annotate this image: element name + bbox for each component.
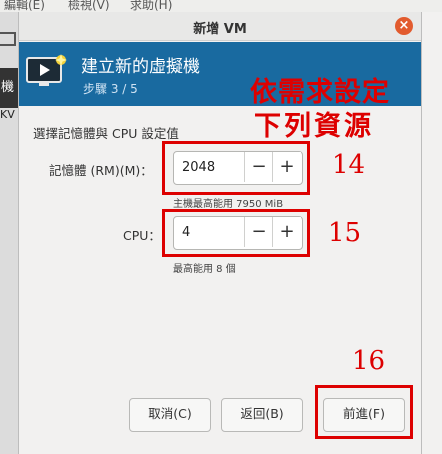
bg-tab[interactable]: 機 [0, 68, 19, 108]
bg-sub-label: KV [0, 108, 15, 121]
close-icon[interactable]: × [395, 17, 413, 35]
annotation-note-line2: 下列資源 [254, 111, 374, 142]
background-sidebar: 機 KV [0, 12, 19, 454]
memory-label: 記憶體 (RM)(M)： [49, 163, 153, 178]
annotation-number-16: 16 [352, 346, 386, 376]
bg-menu-help[interactable]: 求助(H) [130, 0, 172, 12]
cpu-label: CPU： [123, 228, 161, 243]
header-step: 步驟 3 / 5 [83, 82, 138, 96]
dialog-titlebar[interactable]: 新增 VM × [19, 12, 421, 41]
monitor-play-icon [25, 54, 69, 90]
header-title: 建立新的虛擬機 [81, 57, 200, 77]
annotation-box-forward [315, 385, 413, 439]
annotation-number-14: 14 [332, 150, 366, 180]
bg-monitor-icon [0, 32, 16, 46]
annotation-box-memory [162, 141, 310, 195]
bg-menu-view[interactable]: 檢視(V) [68, 0, 110, 12]
cpu-hint: 最高能用 8 個 [173, 264, 236, 275]
bg-menu-edit[interactable]: 編輯(E) [4, 0, 45, 12]
cancel-button[interactable]: 取消(C) [129, 398, 211, 432]
back-button[interactable]: 返回(B) [221, 398, 303, 432]
memory-hint: 主機最高能用 7950 MiB [173, 199, 284, 210]
background-menubar: 編輯(E) 檢視(V) 求助(H) [0, 0, 442, 12]
section-title: 選擇記憶體與 CPU 設定值 [33, 126, 179, 141]
dialog-title: 新增 VM [193, 22, 247, 37]
annotation-box-cpu [162, 209, 310, 257]
annotation-number-15: 15 [328, 218, 362, 248]
